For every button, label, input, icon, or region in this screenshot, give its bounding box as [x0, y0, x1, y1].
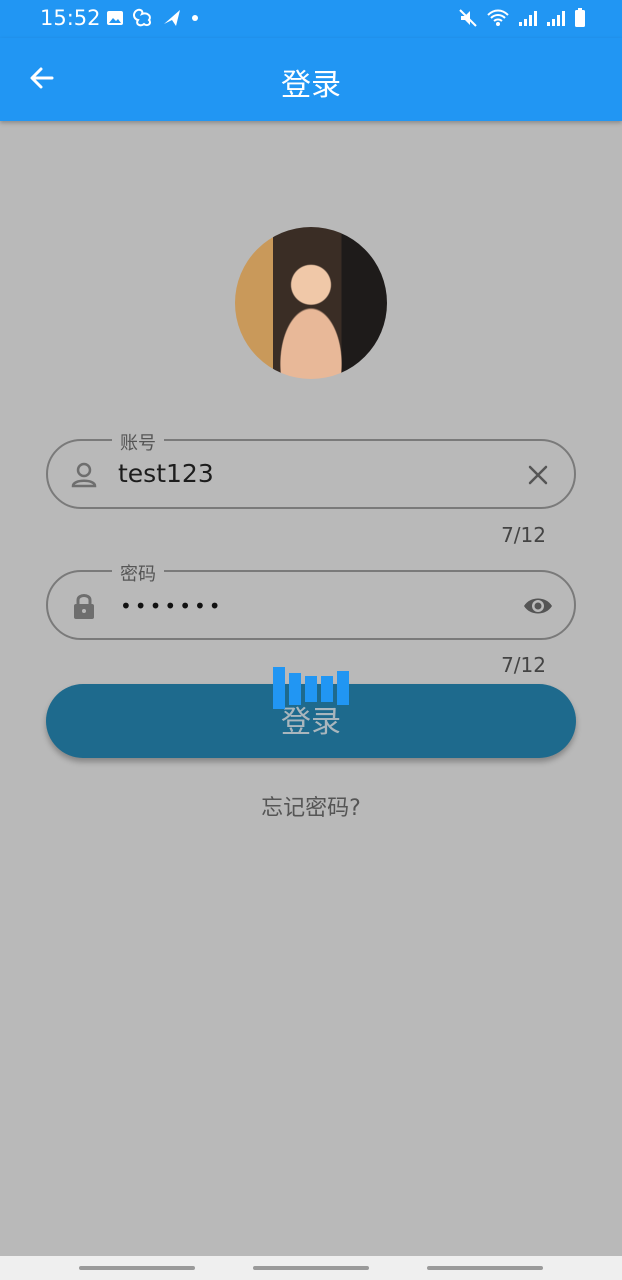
account-input[interactable]: test123	[118, 459, 214, 488]
wifi-icon	[487, 9, 509, 26]
account-counter: 7/12	[501, 523, 546, 547]
navigation-bar	[0, 1256, 622, 1280]
mute-icon	[459, 9, 477, 27]
person-icon	[71, 462, 97, 488]
signal-icon	[519, 11, 537, 26]
eye-icon[interactable]	[522, 590, 554, 622]
nav-home-button[interactable]	[253, 1266, 369, 1270]
password-counter: 7/12	[501, 653, 546, 677]
password-input[interactable]: •••••••	[120, 594, 224, 618]
dot-icon	[192, 15, 198, 21]
forgot-password-link[interactable]: 忘记密码?	[0, 790, 622, 822]
password-field[interactable]: 密码 •••••••	[46, 560, 576, 640]
battery-icon	[575, 8, 585, 27]
nav-back-button[interactable]	[427, 1266, 543, 1270]
status-icons-left	[106, 8, 200, 28]
account-label: 账号	[112, 429, 164, 455]
image-icon	[107, 11, 123, 25]
loading-bars-icon	[273, 667, 349, 709]
avatar	[235, 227, 387, 379]
clear-icon[interactable]	[522, 459, 554, 491]
status-time: 15:52	[40, 6, 101, 30]
app-icon	[133, 8, 152, 27]
signal-icon	[547, 11, 565, 26]
lock-icon	[74, 594, 94, 619]
status-icons-right	[458, 8, 586, 28]
nav-recent-button[interactable]	[79, 1266, 195, 1270]
status-bar: 15:52	[0, 0, 622, 38]
flight-icon	[164, 10, 180, 26]
app-bar: 登录	[0, 38, 622, 121]
page-title: 登录	[281, 68, 341, 103]
password-label: 密码	[112, 560, 164, 586]
account-field[interactable]: 账号 test123	[46, 429, 576, 509]
